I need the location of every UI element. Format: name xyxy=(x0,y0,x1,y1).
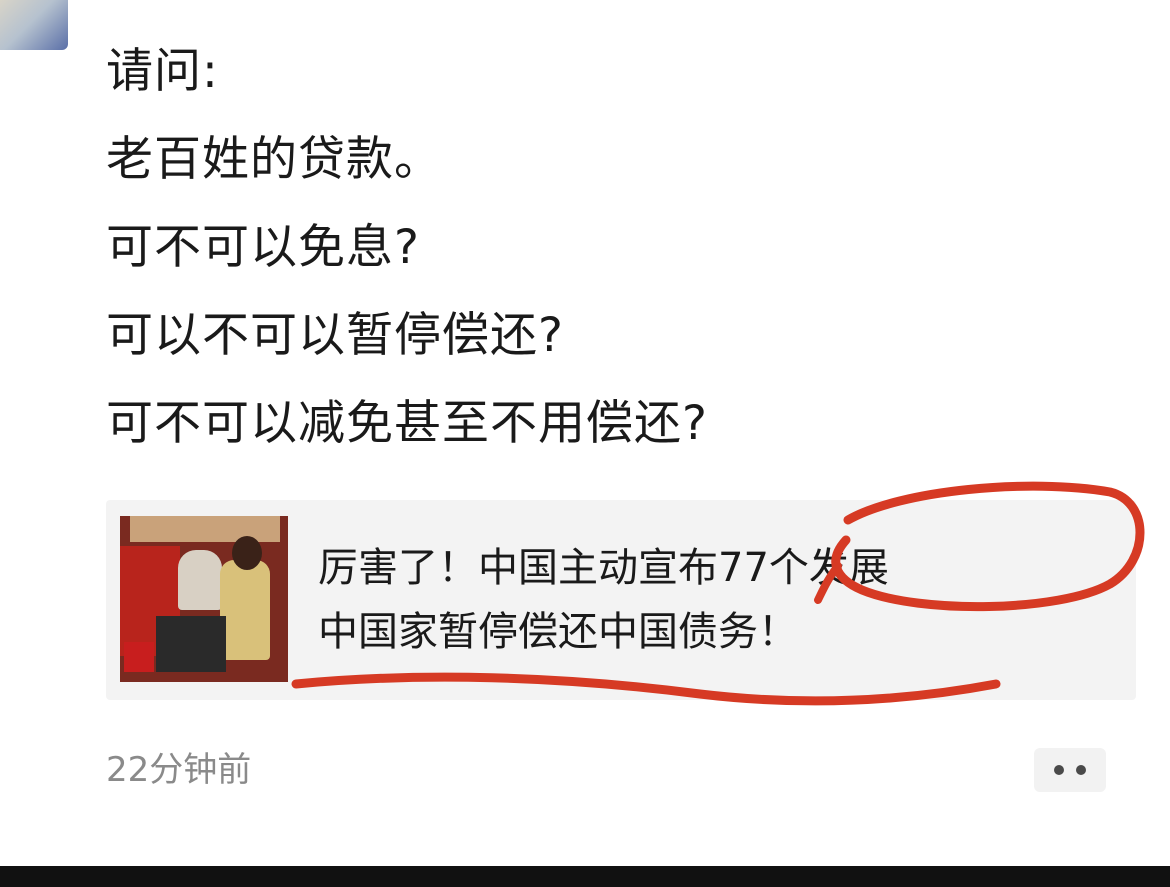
post-line: 可以不可以暂停偿还? xyxy=(106,308,564,363)
bottom-edge xyxy=(0,866,1170,887)
link-title-line: 中国家暂停偿还中国债务！ xyxy=(318,609,798,655)
link-title: 厉害了！中国主动宣布77个发展 中国家暂停偿还中国债务！ xyxy=(318,536,1118,664)
post-content: 请问: 老百姓的贷款。 可不可以免息? 可以不可以暂停偿还? 可不可以减免甚至不… xyxy=(106,28,1106,468)
more-options-button[interactable] xyxy=(1034,748,1106,792)
avatar[interactable] xyxy=(0,0,68,50)
link-title-line: 厉害了！中国主动宣布77个发展 xyxy=(318,545,889,591)
more-dots-icon xyxy=(1054,765,1064,775)
link-thumbnail xyxy=(120,516,288,682)
post-line: 请问: xyxy=(106,44,219,99)
post-line: 老百姓的贷款。 xyxy=(106,132,442,187)
post-line: 可不可以免息? xyxy=(106,220,420,275)
next-item-cutoff xyxy=(106,846,1170,866)
shared-link-card[interactable]: 厉害了！中国主动宣布77个发展 中国家暂停偿还中国债务！ xyxy=(106,500,1136,700)
post-line: 可不可以减免甚至不用偿还? xyxy=(106,396,708,451)
more-dots-icon xyxy=(1076,765,1086,775)
post-timestamp: 22分钟前 xyxy=(106,750,252,790)
